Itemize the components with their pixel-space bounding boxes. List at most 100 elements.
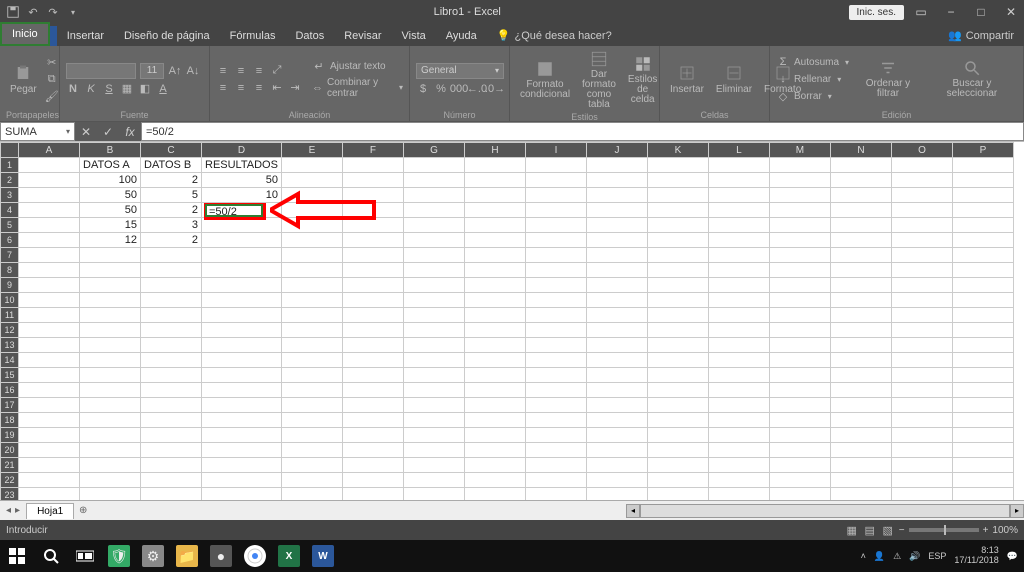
cell-J1[interactable] <box>586 158 647 173</box>
cell-H19[interactable] <box>464 428 525 443</box>
undo-icon[interactable]: ↶ <box>26 5 40 19</box>
cell-B13[interactable] <box>80 338 141 353</box>
row-header-1[interactable]: 1 <box>1 158 19 173</box>
cell-K2[interactable] <box>647 173 708 188</box>
sort-filter-button[interactable]: Ordenar y filtrar <box>853 57 923 101</box>
cell-D6[interactable] <box>202 233 282 248</box>
cell-E11[interactable] <box>281 308 342 323</box>
cell-I13[interactable] <box>525 338 586 353</box>
row-header-22[interactable]: 22 <box>1 473 19 488</box>
cell-L15[interactable] <box>708 368 769 383</box>
cell-M18[interactable] <box>769 413 830 428</box>
row-header-10[interactable]: 10 <box>1 293 19 308</box>
cell-I12[interactable] <box>525 323 586 338</box>
cell-P15[interactable] <box>952 368 1013 383</box>
cell-C8[interactable] <box>141 263 202 278</box>
cell-B5[interactable]: 15 <box>80 218 141 233</box>
cell-H3[interactable] <box>464 188 525 203</box>
tray-network-icon[interactable]: ⚠ <box>893 551 901 562</box>
cell-G20[interactable] <box>403 443 464 458</box>
cell-H10[interactable] <box>464 293 525 308</box>
cell-H20[interactable] <box>464 443 525 458</box>
cell-J21[interactable] <box>586 458 647 473</box>
cell-I21[interactable] <box>525 458 586 473</box>
tab-view[interactable]: Vista <box>392 26 436 46</box>
cell-C13[interactable] <box>141 338 202 353</box>
cell-N7[interactable] <box>830 248 891 263</box>
cell-E17[interactable] <box>281 398 342 413</box>
cell-F14[interactable] <box>342 353 403 368</box>
cell-F20[interactable] <box>342 443 403 458</box>
cell-D23[interactable] <box>202 488 282 501</box>
cell-D17[interactable] <box>202 398 282 413</box>
cell-D20[interactable] <box>202 443 282 458</box>
cell-G2[interactable] <box>403 173 464 188</box>
cell-P7[interactable] <box>952 248 1013 263</box>
tab-data[interactable]: Datos <box>285 26 334 46</box>
cell-D8[interactable] <box>202 263 282 278</box>
row-header-4[interactable]: 4 <box>1 203 19 218</box>
cell-L18[interactable] <box>708 413 769 428</box>
cell-K6[interactable] <box>647 233 708 248</box>
row-header-12[interactable]: 12 <box>1 323 19 338</box>
taskbar-app-3[interactable]: ● <box>204 540 238 572</box>
cell-P11[interactable] <box>952 308 1013 323</box>
cell-D15[interactable] <box>202 368 282 383</box>
cell-M9[interactable] <box>769 278 830 293</box>
cell-F18[interactable] <box>342 413 403 428</box>
cell-I1[interactable] <box>525 158 586 173</box>
conditional-formatting-button[interactable]: Formato condicional <box>516 58 574 102</box>
zoom-slider[interactable] <box>909 528 979 532</box>
tab-insert[interactable]: Insertar <box>57 26 114 46</box>
cell-I4[interactable] <box>525 203 586 218</box>
cell-I15[interactable] <box>525 368 586 383</box>
cell-C16[interactable] <box>141 383 202 398</box>
cell-K10[interactable] <box>647 293 708 308</box>
cell-M19[interactable] <box>769 428 830 443</box>
cell-F19[interactable] <box>342 428 403 443</box>
accounting-icon[interactable]: $ <box>416 82 430 96</box>
cell-C7[interactable] <box>141 248 202 263</box>
cell-N4[interactable] <box>830 203 891 218</box>
cell-L7[interactable] <box>708 248 769 263</box>
cell-O18[interactable] <box>891 413 952 428</box>
cell-H14[interactable] <box>464 353 525 368</box>
cell-I2[interactable] <box>525 173 586 188</box>
cell-N14[interactable] <box>830 353 891 368</box>
cell-K17[interactable] <box>647 398 708 413</box>
cell-P18[interactable] <box>952 413 1013 428</box>
cell-L22[interactable] <box>708 473 769 488</box>
bold-button[interactable]: N <box>66 82 80 96</box>
cell-D21[interactable] <box>202 458 282 473</box>
autosum-button[interactable]: ΣAutosuma▾ <box>776 55 849 69</box>
cell-F16[interactable] <box>342 383 403 398</box>
cell-B17[interactable] <box>80 398 141 413</box>
number-format-select[interactable]: General▾ <box>416 63 504 79</box>
cell-J6[interactable] <box>586 233 647 248</box>
cell-I8[interactable] <box>525 263 586 278</box>
cell-N19[interactable] <box>830 428 891 443</box>
view-pagelayout-icon[interactable]: ▤ <box>863 523 877 537</box>
cell-C1[interactable]: DATOS B <box>141 158 202 173</box>
cell-I18[interactable] <box>525 413 586 428</box>
cell-I9[interactable] <box>525 278 586 293</box>
align-bottom-icon[interactable]: ≡ <box>252 64 266 78</box>
cell-D9[interactable] <box>202 278 282 293</box>
cell-A14[interactable] <box>19 353 80 368</box>
cell-I22[interactable] <box>525 473 586 488</box>
cell-K21[interactable] <box>647 458 708 473</box>
col-header-F[interactable]: F <box>342 143 403 158</box>
cell-N5[interactable] <box>830 218 891 233</box>
taskbar-file-explorer[interactable]: 📁 <box>170 540 204 572</box>
cell-B19[interactable] <box>80 428 141 443</box>
cell-N9[interactable] <box>830 278 891 293</box>
cell-A1[interactable] <box>19 158 80 173</box>
cell-N10[interactable] <box>830 293 891 308</box>
cell-G16[interactable] <box>403 383 464 398</box>
row-header-6[interactable]: 6 <box>1 233 19 248</box>
cell-O1[interactable] <box>891 158 952 173</box>
cell-E6[interactable] <box>281 233 342 248</box>
underline-button[interactable]: S <box>102 82 116 96</box>
cell-P3[interactable] <box>952 188 1013 203</box>
cell-D1[interactable]: RESULTADOS <box>202 158 282 173</box>
